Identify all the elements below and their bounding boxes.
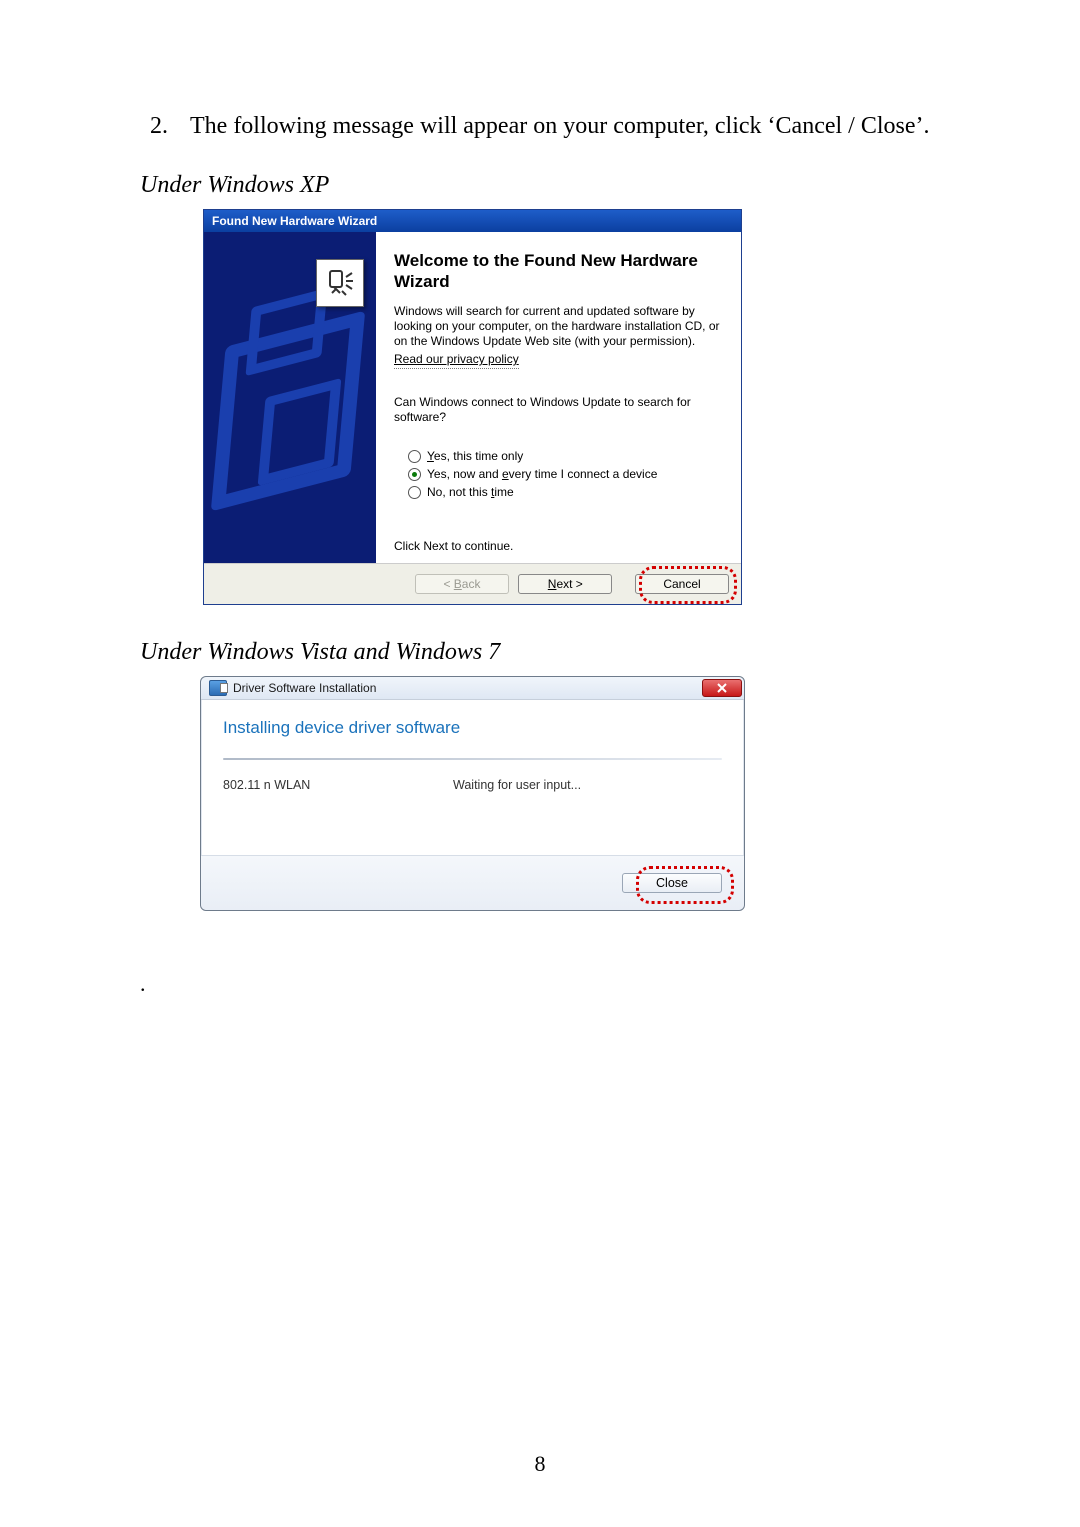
vista-driver-dialog: Driver Software Installation Installing … (200, 676, 745, 911)
xp-intro: Windows will search for current and upda… (394, 304, 723, 349)
step-2: 2. The following message will appear on … (150, 110, 980, 144)
cancel-button[interactable]: Cancel (635, 574, 729, 594)
xp-wizard-dialog: Found New Hardware Wizard Welcome to the… (203, 209, 742, 606)
close-button[interactable] (702, 679, 742, 697)
separator (223, 758, 722, 760)
radio-icon (408, 486, 421, 499)
back-button: < Back (415, 574, 509, 594)
vista-heading: Installing device driver software (223, 718, 722, 738)
device-name: 802.11 n WLAN (223, 778, 453, 792)
heading-xp: Under Windows XP (140, 172, 980, 199)
radio-icon (408, 468, 421, 481)
vista-title-text: Driver Software Installation (233, 681, 376, 695)
click-next-text: Click Next to continue. (394, 539, 723, 553)
radio-yes-once[interactable]: Yes, this time only (408, 449, 723, 463)
driver-install-icon (209, 680, 227, 696)
step-text: The following message will appear on you… (190, 110, 980, 144)
xp-question: Can Windows connect to Windows Update to… (394, 395, 723, 425)
heading-vista: Under Windows Vista and Windows 7 (140, 639, 980, 666)
radio-icon (408, 450, 421, 463)
xp-titlebar: Found New Hardware Wizard (204, 210, 741, 232)
radio-yes-always[interactable]: Yes, now and every time I connect a devi… (408, 467, 723, 481)
page-number: 8 (535, 1451, 546, 1477)
device-status: Waiting for user input... (453, 778, 581, 792)
privacy-link[interactable]: Read our privacy policy (394, 352, 519, 369)
next-button[interactable]: Next > (518, 574, 612, 594)
vista-titlebar: Driver Software Installation (201, 677, 744, 700)
device-status-row: 802.11 n WLAN Waiting for user input... (223, 778, 722, 792)
xp-heading: Welcome to the Found New Hardware Wizard (394, 250, 723, 293)
xp-button-bar: < Back Next > Cancel (204, 563, 741, 604)
vista-button-bar: Close (201, 855, 744, 910)
hardware-icon (316, 259, 364, 307)
step-number: 2. (150, 110, 190, 144)
radio-no[interactable]: No, not this time (408, 485, 723, 499)
close-button-footer[interactable]: Close (622, 873, 722, 893)
trailing-mark: . (140, 971, 980, 997)
xp-side-graphic (204, 232, 376, 564)
